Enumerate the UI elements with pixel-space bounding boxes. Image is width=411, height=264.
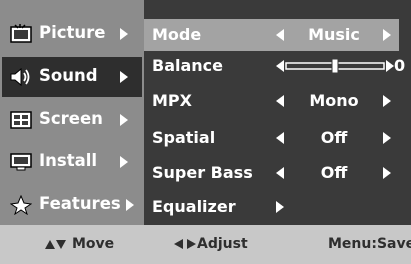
arrow-up-icon bbox=[45, 239, 55, 249]
arrow-left-icon[interactable] bbox=[276, 29, 284, 41]
picture-icon bbox=[10, 24, 32, 44]
arrow-left-icon bbox=[174, 239, 183, 249]
arrow-right-icon bbox=[187, 239, 196, 249]
setting-label: Super Bass bbox=[152, 163, 253, 182]
setting-row-balance[interactable]: Balance 0 bbox=[144, 50, 405, 82]
setting-label: MPX bbox=[152, 91, 192, 110]
sidebar-item-sound[interactable]: Sound bbox=[2, 57, 142, 97]
sidebar-menu: Picture Sound Screen Install Features bbox=[0, 0, 144, 225]
setting-label: Mode bbox=[152, 25, 202, 44]
arrow-right-icon[interactable] bbox=[383, 132, 391, 144]
setting-value: Music bbox=[308, 25, 360, 44]
setting-row-equalizer[interactable]: Equalizer bbox=[144, 191, 399, 223]
sidebar-item-label: Screen bbox=[39, 109, 103, 128]
slider-thumb bbox=[331, 58, 339, 74]
setting-value: Off bbox=[320, 128, 348, 147]
arrow-right-icon[interactable] bbox=[276, 201, 284, 213]
sidebar-item-label: Sound bbox=[39, 66, 98, 85]
arrow-right-icon[interactable] bbox=[383, 29, 391, 41]
sidebar-item-label: Features bbox=[39, 194, 121, 213]
setting-row-spatial[interactable]: Spatial Off bbox=[144, 122, 399, 154]
arrow-right-icon[interactable] bbox=[383, 167, 391, 179]
install-icon bbox=[10, 152, 32, 172]
arrow-left-icon[interactable] bbox=[276, 167, 284, 179]
tv-osd-menu: Picture Sound Screen Install Features Mo… bbox=[0, 0, 411, 264]
setting-value: Off bbox=[320, 163, 348, 182]
sidebar-item-label: Picture bbox=[39, 23, 106, 42]
arrow-left-icon[interactable] bbox=[276, 132, 284, 144]
balance-slider[interactable] bbox=[276, 54, 400, 78]
sidebar-item-install[interactable]: Install bbox=[2, 142, 142, 182]
setting-label: Balance bbox=[152, 56, 223, 75]
setting-row-mpx[interactable]: MPX Mono bbox=[144, 85, 399, 117]
sidebar-item-picture[interactable]: Picture bbox=[2, 14, 142, 54]
arrow-left-icon[interactable] bbox=[276, 95, 284, 107]
setting-label: Equalizer bbox=[152, 197, 236, 216]
arrow-left-icon bbox=[276, 60, 284, 72]
adjust-hint: Adjust bbox=[174, 236, 248, 252]
chevron-right-icon bbox=[120, 156, 128, 168]
chevron-right-icon bbox=[120, 114, 128, 126]
setting-row-mode[interactable]: Mode Music bbox=[144, 19, 399, 51]
screen-icon bbox=[10, 110, 32, 130]
setting-label: Spatial bbox=[152, 128, 216, 147]
chevron-right-icon bbox=[120, 28, 128, 40]
footer-hints: Move Adjust Menu:Save bbox=[0, 225, 411, 264]
balance-value: 0 bbox=[394, 56, 406, 75]
setting-row-super-bass[interactable]: Super Bass Off bbox=[144, 157, 399, 189]
chevron-right-icon bbox=[120, 71, 128, 83]
sidebar-item-features[interactable]: Features bbox=[2, 185, 142, 225]
arrow-right-icon bbox=[386, 60, 394, 72]
move-hint: Move bbox=[45, 236, 114, 252]
sound-settings-panel: Mode Music Balance 0 MPX Mono Spatial Of… bbox=[144, 0, 411, 225]
sound-icon bbox=[10, 67, 32, 87]
move-hint-label: Move bbox=[72, 236, 115, 252]
features-icon bbox=[9, 194, 33, 216]
arrow-right-icon[interactable] bbox=[383, 95, 391, 107]
arrow-down-icon bbox=[56, 239, 66, 249]
sidebar-item-screen[interactable]: Screen bbox=[2, 100, 142, 140]
menu-save-hint: Menu:Save bbox=[328, 236, 411, 252]
chevron-right-icon bbox=[126, 199, 134, 211]
adjust-hint-label: Adjust bbox=[197, 236, 248, 252]
sidebar-item-label: Install bbox=[39, 151, 98, 170]
setting-value: Mono bbox=[309, 91, 359, 110]
